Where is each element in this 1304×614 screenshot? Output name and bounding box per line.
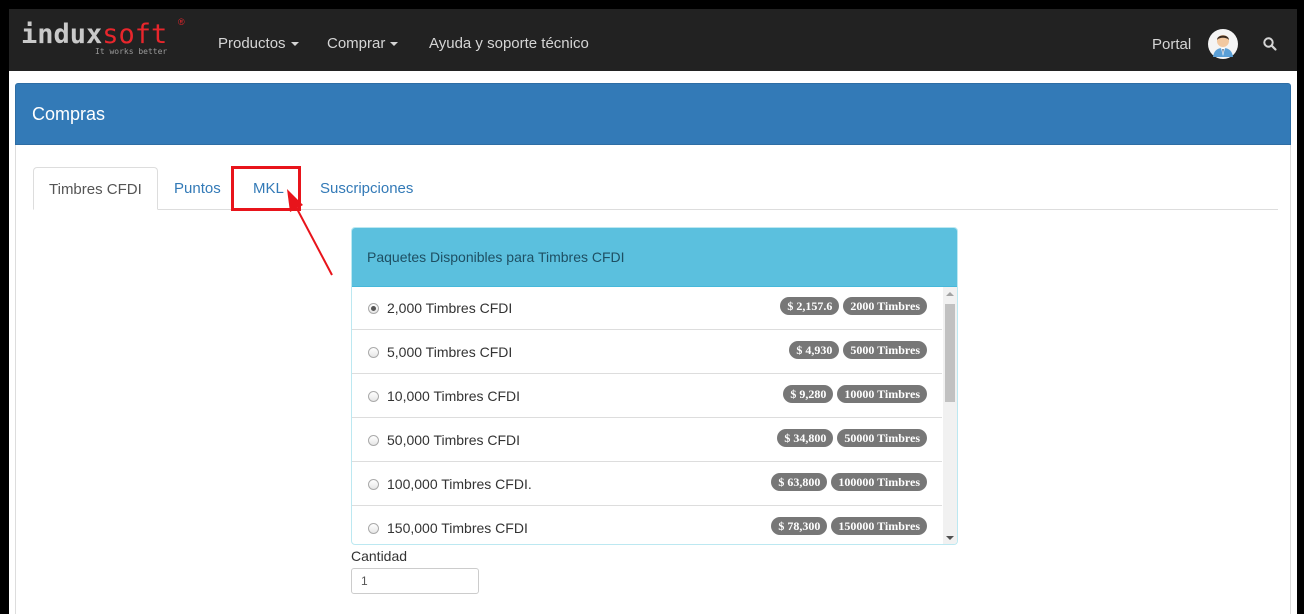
package-label: 5,000 Timbres CFDI <box>387 344 513 360</box>
nav-portal-link[interactable]: Portal <box>1152 36 1191 53</box>
brand-logo[interactable]: induxsoft ® It works better <box>21 17 185 56</box>
nav-productos[interactable]: Productos <box>218 35 299 53</box>
package-radio[interactable] <box>368 523 379 534</box>
user-avatar-icon[interactable] <box>1208 29 1238 59</box>
package-radio[interactable] <box>368 303 379 314</box>
package-label: 10,000 Timbres CFDI <box>387 388 521 404</box>
timbres-badge: 10000 Timbres <box>837 385 927 403</box>
tab-puntos[interactable]: Puntos <box>159 167 236 210</box>
package-option[interactable]: 2,000 Timbres CFDI $ 2,157.6 2000 Timbres <box>352 287 942 330</box>
nav-ayuda[interactable]: Ayuda y soporte técnico <box>429 35 589 53</box>
panel-heading: Compras <box>15 83 1291 145</box>
price-badge: $ 34,800 <box>777 429 834 447</box>
timbres-badge: 5000 Timbres <box>843 341 927 359</box>
package-label: 100,000 Timbres CFDI. <box>387 476 532 492</box>
price-badge: $ 9,280 <box>783 385 834 403</box>
packages-panel: Paquetes Disponibles para Timbres CFDI 2… <box>351 227 958 545</box>
package-option[interactable]: 10,000 Timbres CFDI $ 9,280 10000 Timbres <box>352 375 942 418</box>
tab-suscripciones[interactable]: Suscripciones <box>305 167 428 210</box>
scrollbar-thumb[interactable] <box>945 304 955 402</box>
nav-productos-label: Productos <box>218 35 286 52</box>
nav-comprar-label: Comprar <box>327 35 386 52</box>
annotation-highlight-box <box>231 166 301 211</box>
timbres-badge: 50000 Timbres <box>837 429 927 447</box>
search-icon[interactable] <box>1262 36 1278 52</box>
package-label: 50,000 Timbres CFDI <box>387 432 521 448</box>
timbres-badge: 150000 Timbres <box>831 517 927 535</box>
package-label: 150,000 Timbres CFDI <box>387 520 528 536</box>
package-radio[interactable] <box>368 479 379 490</box>
brand-registered-mark: ® <box>178 17 185 27</box>
top-navbar: induxsoft ® It works better Productos Co… <box>9 9 1297 71</box>
caret-down-icon <box>290 42 299 47</box>
price-badge: $ 63,800 <box>771 473 828 491</box>
timbres-badge: 100000 Timbres <box>831 473 927 491</box>
package-label: 2,000 Timbres CFDI <box>387 300 513 316</box>
page-title: Compras <box>32 104 106 124</box>
quantity-input[interactable]: 1 <box>351 568 479 594</box>
package-option[interactable]: 50,000 Timbres CFDI $ 34,800 50000 Timbre… <box>352 419 942 462</box>
price-badge: $ 78,300 <box>771 517 828 535</box>
packages-scrollbar[interactable] <box>943 287 957 544</box>
packages-panel-heading: Paquetes Disponibles para Timbres CFDI <box>352 228 957 287</box>
package-option[interactable]: 5,000 Timbres CFDI $ 4,930 5000 Timbres <box>352 331 942 374</box>
package-radio[interactable] <box>368 435 379 446</box>
scroll-up-arrow-icon[interactable] <box>946 292 954 296</box>
caret-down-icon <box>390 42 399 47</box>
tab-timbres-cfdi[interactable]: Timbres CFDI <box>33 167 158 210</box>
price-badge: $ 2,157.6 <box>780 297 840 315</box>
nav-ayuda-label: Ayuda y soporte técnico <box>429 35 589 52</box>
brand-name-part2: soft <box>102 19 168 50</box>
app-frame: induxsoft ® It works better Productos Co… <box>9 9 1297 614</box>
package-option[interactable]: 150,000 Timbres CFDI $ 78,300 150000 Timb… <box>352 507 942 544</box>
packages-list: 2,000 Timbres CFDI $ 2,157.6 2000 Timbres… <box>352 287 942 544</box>
nav-comprar[interactable]: Comprar <box>327 35 399 53</box>
brand-tagline: It works better <box>95 47 168 56</box>
quantity-label: Cantidad <box>351 548 408 564</box>
package-option[interactable]: 100,000 Timbres CFDI. $ 63,800 100000 Tim… <box>352 463 942 506</box>
price-badge: $ 4,930 <box>789 341 840 359</box>
packages-panel-title: Paquetes Disponibles para Timbres CFDI <box>367 249 625 265</box>
timbres-badge: 2000 Timbres <box>843 297 927 315</box>
brand-name-part1: indux <box>21 19 103 50</box>
package-radio[interactable] <box>368 347 379 358</box>
package-radio[interactable] <box>368 391 379 402</box>
scroll-down-arrow-icon[interactable] <box>946 536 954 540</box>
